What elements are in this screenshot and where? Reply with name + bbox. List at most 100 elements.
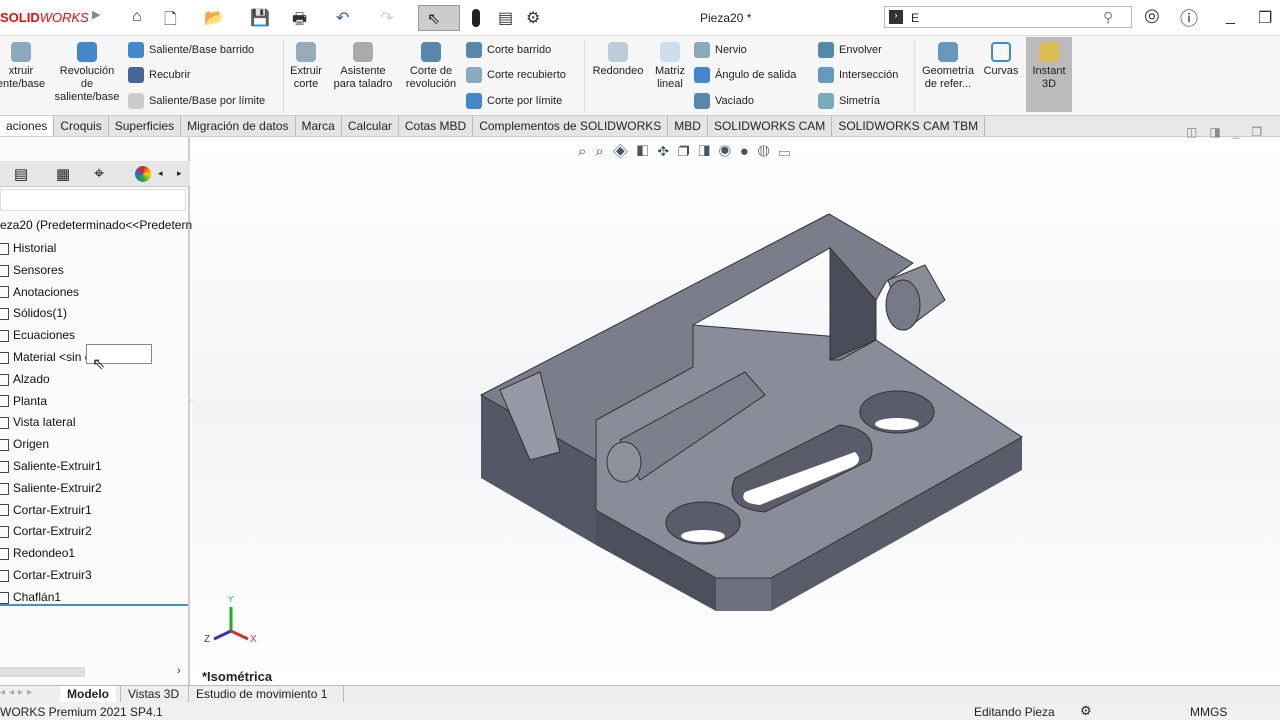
tab-migracion[interactable]: Migración de datos bbox=[181, 116, 296, 136]
filter-input[interactable] bbox=[0, 189, 186, 211]
tree-item[interactable]: Saliente-Extruir2 bbox=[0, 481, 102, 495]
tree-item[interactable]: Redondeo1 bbox=[0, 546, 75, 560]
horizontal-scrollbar[interactable] bbox=[0, 667, 85, 677]
tree-root-part[interactable]: eza20 (Predeterminado<<Predetern bbox=[0, 218, 192, 232]
rebuild-icon[interactable] bbox=[472, 9, 480, 27]
tab-cotas-mbd[interactable]: Cotas MBD bbox=[398, 116, 474, 136]
rib-button[interactable]: Nervio bbox=[694, 42, 747, 58]
solidworks-logo[interactable]: SOLIDWORKS bbox=[0, 10, 89, 25]
tree-item[interactable]: Chaflán1 bbox=[0, 590, 61, 604]
instant-3d-button[interactable]: Instant 3D bbox=[1026, 37, 1072, 112]
intersect-button[interactable]: Intersección bbox=[818, 67, 898, 83]
loft-button[interactable]: Recubrir bbox=[128, 67, 191, 83]
revolve-cut-button[interactable]: Corte de revolución bbox=[400, 42, 462, 91]
tree-item[interactable]: Vista lateral bbox=[0, 415, 75, 429]
user-icon[interactable]: ◎ bbox=[1144, 5, 1160, 26]
configuration-manager-tab-icon[interactable]: ⌖ bbox=[94, 163, 104, 184]
hole-wizard-button[interactable]: Asistente para taladro bbox=[328, 42, 398, 91]
tab-modelo[interactable]: Modelo bbox=[60, 686, 116, 702]
tree-item[interactable]: Cortar-Extruir1 bbox=[0, 503, 92, 517]
mirror-button[interactable]: Simetría bbox=[818, 93, 880, 109]
search-icon[interactable]: ⚲ bbox=[1103, 9, 1113, 26]
search-box[interactable]: › E ⚲ bbox=[884, 6, 1132, 28]
units-selector[interactable]: MMGS bbox=[1190, 705, 1227, 719]
tree-item[interactable]: Alzado bbox=[0, 372, 50, 386]
triad-x-label: X bbox=[250, 634, 257, 645]
tab-solidworks-cam-tbm[interactable]: SOLIDWORKS CAM TBM bbox=[832, 116, 986, 136]
shell-button[interactable]: Vaciado bbox=[694, 93, 754, 109]
fillet-button[interactable]: Redondeo bbox=[588, 42, 648, 78]
home-icon[interactable]: ⌂ bbox=[132, 8, 142, 26]
lofted-cut-button[interactable]: Corte recubierto bbox=[466, 67, 566, 83]
print-icon[interactable]: 🖶 bbox=[292, 8, 307, 35]
rollback-bar[interactable] bbox=[0, 604, 188, 606]
tab-marca[interactable]: Marca bbox=[295, 116, 342, 136]
tab-calcular[interactable]: Calcular bbox=[341, 116, 399, 136]
hole-wizard-icon bbox=[353, 42, 373, 62]
feature-icon bbox=[0, 373, 9, 386]
property-manager-tab-icon[interactable]: ▦ bbox=[56, 165, 70, 183]
tree-item[interactable]: Historial bbox=[0, 241, 56, 255]
boundary-cut-button[interactable]: Corte por límite bbox=[466, 93, 562, 109]
tab-mbd[interactable]: MBD bbox=[668, 116, 708, 136]
tab-operaciones[interactable]: aciones bbox=[0, 116, 55, 136]
revolve-boss-button[interactable]: Revolución de saliente/base bbox=[52, 42, 122, 104]
tab-vistas-3d[interactable]: Vistas 3D bbox=[120, 686, 186, 702]
save-icon[interactable]: 💾 bbox=[250, 8, 270, 28]
tab-estudio-movimiento[interactable]: Estudio de movimiento 1 bbox=[188, 686, 344, 702]
help-icon[interactable]: ⓘ bbox=[1180, 5, 1198, 31]
swept-boss-button[interactable]: Saliente/Base barrido bbox=[128, 42, 254, 58]
reference-geometry-button[interactable]: Geometría de refer... bbox=[918, 42, 978, 91]
feature-icon bbox=[0, 591, 9, 604]
search-input[interactable]: E bbox=[911, 11, 919, 25]
tab-scroll-arrows[interactable]: ◂◂▸▸ bbox=[0, 687, 36, 698]
part-model-3d[interactable] bbox=[192, 137, 1280, 685]
file-properties-icon[interactable]: ▤ bbox=[498, 8, 513, 28]
scroll-left-icon[interactable]: ◂ bbox=[158, 168, 163, 179]
tab-croquis[interactable]: Croquis bbox=[54, 116, 109, 136]
feature-tree-tab-icon[interactable]: ▤ bbox=[14, 165, 28, 183]
redo-icon[interactable]: ↷ bbox=[380, 8, 393, 28]
draft-button[interactable]: Ángulo de salida bbox=[694, 67, 796, 83]
tree-item-label: Saliente-Extruir2 bbox=[13, 480, 102, 495]
feature-icon bbox=[0, 286, 9, 299]
triad-y-label: Y bbox=[228, 595, 234, 604]
tree-item[interactable]: Sensores bbox=[0, 263, 64, 277]
linear-pattern-button[interactable]: Matriz lineal bbox=[650, 42, 690, 91]
restore-button[interactable]: ❐ bbox=[1258, 8, 1272, 28]
tab-solidworks-cam[interactable]: SOLIDWORKS CAM bbox=[707, 116, 833, 136]
scroll-right-icon[interactable]: ▸ bbox=[177, 168, 182, 179]
tree-item[interactable]: Cortar-Extruir3 bbox=[0, 568, 92, 582]
extrude-boss-button[interactable]: xtruir ente/base bbox=[0, 42, 46, 91]
triad-z-label: Z bbox=[204, 634, 211, 645]
swept-cut-button[interactable]: Corte barrido bbox=[466, 42, 551, 58]
wrap-button[interactable]: Envolver bbox=[818, 42, 882, 58]
open-icon[interactable]: 📂 bbox=[204, 8, 224, 28]
tree-item-label: Ecuaciones bbox=[13, 328, 76, 343]
tree-item[interactable]: Ecuaciones bbox=[0, 328, 75, 342]
rebuild-status-icon[interactable]: ⚙ bbox=[1080, 703, 1092, 719]
graphics-area[interactable]: ⌕⌕◈◧✥❒◨◉●◍▭ ◫◨_❐ Y Z X *Isométrica bbox=[192, 125, 1280, 685]
tree-item[interactable]: Cortar-Extruir2 bbox=[0, 524, 92, 538]
undo-icon[interactable]: ↶ bbox=[336, 8, 349, 28]
boundary-boss-button[interactable]: Saliente/Base por límite bbox=[128, 93, 265, 109]
tree-item[interactable]: Saliente-Extruir1 bbox=[0, 459, 102, 473]
panel-collapse-handle[interactable]: ◦ bbox=[190, 396, 193, 405]
tree-item[interactable]: Anotaciones bbox=[0, 285, 79, 299]
curves-button[interactable]: Curvas bbox=[980, 42, 1022, 78]
feature-icon bbox=[0, 264, 9, 277]
appearance-tab-icon[interactable] bbox=[135, 166, 151, 182]
tree-item[interactable]: Planta bbox=[0, 394, 47, 408]
minimize-button[interactable]: _ bbox=[1226, 8, 1235, 26]
status-bar: WORKS Premium 2021 SP4.1 Editando Pieza … bbox=[0, 702, 1280, 720]
tree-item[interactable]: Sólidos(1) bbox=[0, 306, 67, 320]
extrude-cut-button[interactable]: Extruir corte bbox=[286, 42, 326, 91]
tree-item[interactable]: Origen bbox=[0, 437, 49, 451]
scroll-right-arrow-icon[interactable]: › bbox=[177, 665, 181, 677]
tab-complementos[interactable]: Complementos de SOLIDWORKS bbox=[473, 116, 669, 136]
select-tool-button[interactable]: ⇖ bbox=[418, 5, 460, 31]
expand-menu-icon[interactable]: ▶ bbox=[92, 8, 100, 21]
new-document-icon[interactable]: 🗋 bbox=[164, 8, 177, 35]
options-gear-icon[interactable]: ⚙ bbox=[526, 8, 540, 28]
tab-superficies[interactable]: Superficies bbox=[108, 116, 182, 136]
